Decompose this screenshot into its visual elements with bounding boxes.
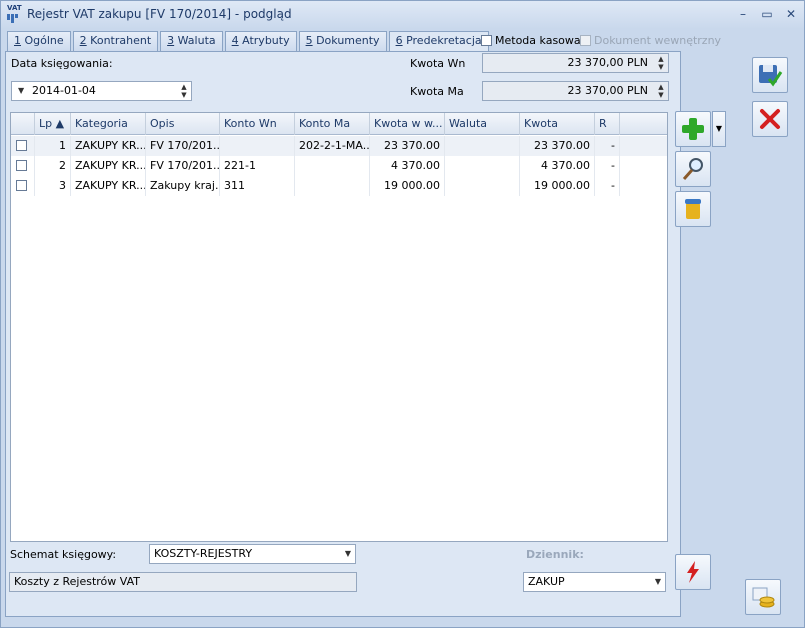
cell-konto-wn [220,136,295,156]
predekretacja-grid: Lp ▲ Kategoria Opis Konto Wn Konto Ma Kw… [10,112,668,542]
cell-waluta [445,156,520,176]
dokument-wewnetrzny-box [580,35,591,46]
magnifier-icon [682,158,703,180]
header-kwota[interactable]: Kwota [520,113,595,135]
schemat-ksiegowy-select[interactable]: KOSZTY-REJESTRY ▼ [149,544,356,564]
header-lp[interactable]: Lp ▲ [35,113,71,135]
cell-r: - [595,176,620,196]
cell-konto-ma [295,156,370,176]
date-dropdown-icon[interactable]: ▼ [18,82,24,100]
row-checkbox[interactable] [15,160,27,171]
add-dropdown-button[interactable]: ▼ [712,111,726,147]
delete-button[interactable] [675,191,711,227]
kwota-ma-spinner-icon[interactable]: ▲ ▼ [656,83,666,99]
predekretacja-panel: Data księgowania: ▼ 2014-01-04 ▲ ▼ Kwota … [5,51,681,617]
table-row[interactable]: 1 ZAKUPY KR... FV 170/201... 202-2-1-MA.… [11,136,667,156]
cell-kwota-w-walucie: 19 000.00 [370,176,445,196]
table-row[interactable]: 3 ZAKUPY KR... Zakupy kraj... 311 19 000… [11,176,667,196]
cell-konto-wn: 221-1 [220,156,295,176]
header-konto-wn[interactable]: Konto Wn [220,113,295,135]
add-icon [682,118,704,140]
tab-ogolne[interactable]: 1 Ogólne [7,31,71,51]
kwota-ma-field[interactable]: 23 370,00 PLN ▲ ▼ [482,81,669,101]
data-ksiegowania-label: Data księgowania: [11,57,113,70]
chevron-down-icon: ▼ [715,124,723,133]
lightning-icon [687,561,699,583]
header-r[interactable]: R [595,113,620,135]
header-select-cell[interactable] [11,113,35,135]
add-button[interactable] [675,111,711,147]
cell-kategoria: ZAKUPY KR... [71,156,146,176]
title-bar: VAT Rejestr VAT zakupu [FV 170/2014] - p… [1,1,804,29]
close-window-button[interactable]: ✕ [781,5,801,23]
dokument-wewnetrzny-checkbox: Dokument wewnętrzny [580,34,721,47]
header-konto-ma[interactable]: Konto Ma [295,113,370,135]
header-opis[interactable]: Opis [146,113,220,135]
cell-kwota-w-walucie: 23 370.00 [370,136,445,156]
tab-strip: 1 Ogólne 2 Kontrahent 3 Waluta 4 Atrybut… [7,31,491,52]
chevron-down-icon[interactable]: ▼ [655,573,661,591]
cell-r: - [595,136,620,156]
header-kwota-w-walucie[interactable]: Kwota w w... [370,113,445,135]
coins-button[interactable] [745,579,781,615]
cell-lp: 1 [35,136,71,156]
metoda-kasowa-box[interactable] [481,35,492,46]
header-kategoria[interactable]: Kategoria [71,113,146,135]
vat-app-icon: VAT [7,4,25,24]
cell-konto-ma [295,176,370,196]
app-icon-label: VAT [7,4,22,12]
dziennik-label: Dziennik: [526,548,584,561]
main-window: VAT Rejestr VAT zakupu [FV 170/2014] - p… [0,0,805,628]
cell-kategoria: ZAKUPY KR... [71,176,146,196]
chevron-down-icon[interactable]: ▼ [345,545,351,563]
kwota-ma-label: Kwota Ma [410,85,464,98]
preview-button[interactable] [675,151,711,187]
grid-header: Lp ▲ Kategoria Opis Konto Wn Konto Ma Kw… [11,113,667,135]
cell-konto-ma: 202-2-1-MA... [295,136,370,156]
tab-dokumenty[interactable]: 5 Dokumenty [298,31,387,51]
trash-bin-icon [685,199,701,219]
cell-opis: Zakupy kraj... [146,176,220,196]
cell-r: - [595,156,620,176]
coins-icon [752,587,775,608]
cell-lp: 2 [35,156,71,176]
post-entry-button[interactable] [675,554,711,590]
tab-atrybuty[interactable]: 4 Atrybuty [224,31,297,51]
save-confirm-icon [759,65,783,87]
cancel-icon [760,109,780,129]
save-button[interactable] [752,57,788,93]
data-ksiegowania-field[interactable]: ▼ 2014-01-04 ▲ ▼ [11,81,192,101]
cell-kwota: 4 370.00 [520,156,595,176]
minimize-button[interactable]: – [733,5,753,23]
window-title: Rejestr VAT zakupu [FV 170/2014] - podgl… [27,7,292,21]
table-row[interactable]: 2 ZAKUPY KR... FV 170/201... 221-1 4 370… [11,156,667,176]
cell-waluta [445,176,520,196]
cell-konto-wn: 311 [220,176,295,196]
kwota-wn-field[interactable]: 23 370,00 PLN ▲ ▼ [482,53,669,73]
cell-kategoria: ZAKUPY KR... [71,136,146,156]
tab-kontrahent[interactable]: 2 Kontrahent [72,31,159,51]
row-checkbox[interactable] [15,180,27,191]
cell-opis: FV 170/201... [146,156,220,176]
cell-lp: 3 [35,176,71,196]
cell-kwota-w-walucie: 4 370.00 [370,156,445,176]
cancel-button[interactable] [752,101,788,137]
schemat-ksiegowy-label: Schemat księgowy: [10,548,117,561]
cell-kwota: 19 000.00 [520,176,595,196]
cell-waluta [445,136,520,156]
date-spinner-icon[interactable]: ▲ ▼ [179,83,189,99]
tab-predekretacja[interactable]: 6 Predekretacja [388,31,489,52]
cell-opis: FV 170/201... [146,136,220,156]
schemat-description: Koszty z Rejestrów VAT [9,572,357,592]
cell-kwota: 23 370.00 [520,136,595,156]
metoda-kasowa-checkbox[interactable]: Metoda kasowa [481,34,581,47]
row-checkbox[interactable] [15,140,27,151]
dziennik-select[interactable]: ZAKUP ▼ [523,572,666,592]
header-waluta[interactable]: Waluta [445,113,520,135]
kwota-wn-spinner-icon[interactable]: ▲ ▼ [656,55,666,71]
kwota-wn-label: Kwota Wn [410,57,466,70]
maximize-button[interactable]: ▭ [757,5,777,23]
tab-waluta[interactable]: 3 Waluta [160,31,223,51]
